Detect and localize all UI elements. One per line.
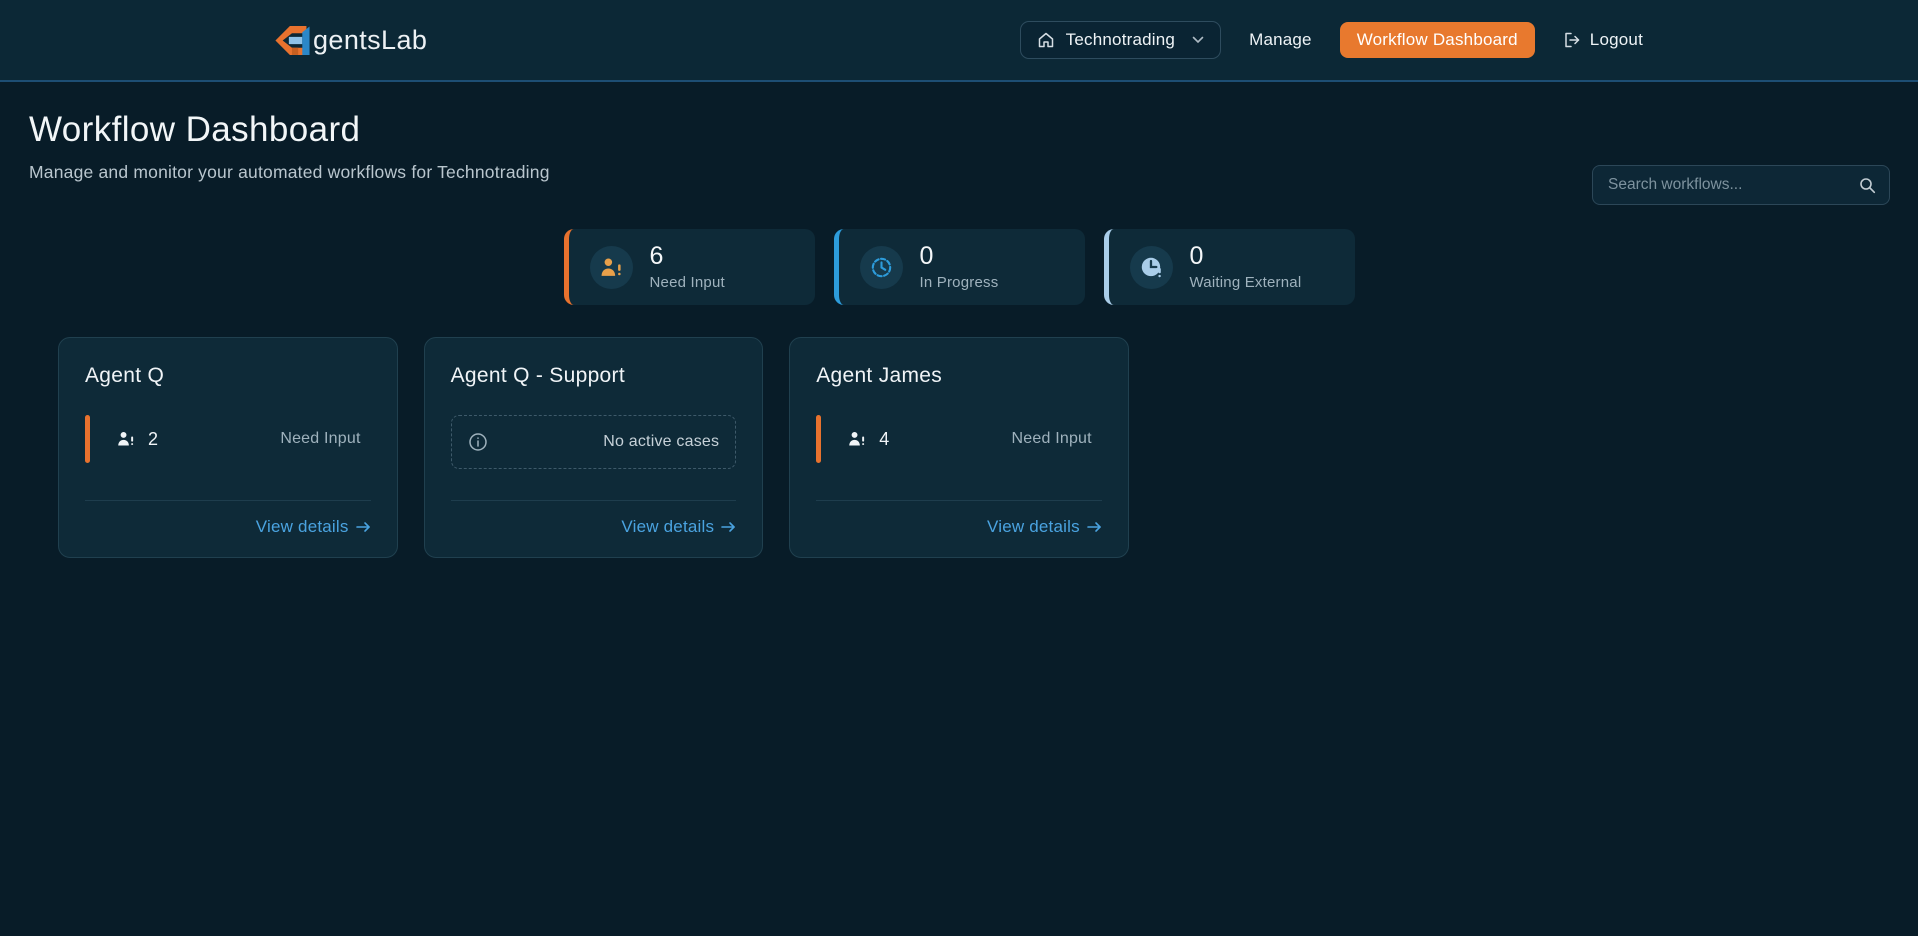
top-navbar: gentsLab Technotrading Manage Workflow D… (0, 0, 1918, 82)
search-icon[interactable] (1859, 177, 1876, 194)
clock-icon (860, 246, 903, 289)
no-active-cases-label: No active cases (603, 433, 719, 451)
clock-alert-icon (1130, 246, 1173, 289)
stat-text: 6 Need Input (650, 243, 725, 291)
agent-card-title: Agent James (816, 364, 1102, 388)
view-details-label: View details (256, 517, 349, 537)
page-title: Workflow Dashboard (29, 110, 1889, 150)
agents-grid: Agent Q 2 Need Input View details (58, 337, 1860, 558)
logout-label: Logout (1590, 30, 1643, 50)
agent-card-footer: View details (451, 517, 737, 537)
arrow-right-icon (1087, 521, 1102, 533)
info-icon (468, 432, 488, 452)
agent-card-agent-q-support: Agent Q - Support No active cases View d… (424, 337, 764, 558)
stat-text: 0 In Progress (920, 243, 999, 291)
agent-card-agent-james: Agent James 4 Need Input View detail (789, 337, 1129, 558)
brand-logo[interactable]: gentsLab (275, 25, 427, 56)
agent-card-footer: View details (85, 517, 371, 537)
agent-case-count: 2 (148, 429, 158, 450)
stat-card-waiting-external: 0 Waiting External (1104, 229, 1355, 305)
arrow-right-icon (721, 521, 736, 533)
agent-case-count: 4 (879, 429, 889, 450)
brand-logo-text: gentsLab (313, 25, 427, 56)
organization-selector[interactable]: Technotrading (1020, 21, 1221, 59)
agent-card-agent-q: Agent Q 2 Need Input View details (58, 337, 398, 558)
card-divider (85, 500, 371, 501)
view-details-label: View details (621, 517, 714, 537)
view-details-link[interactable]: View details (621, 517, 736, 537)
stat-value: 0 (920, 243, 999, 271)
agent-card-title: Agent Q - Support (451, 364, 737, 388)
no-active-cases-box: No active cases (451, 415, 737, 469)
agent-stat-row: 4 Need Input (816, 415, 1102, 463)
agent-status-label: Need Input (280, 430, 370, 448)
stat-card-in-progress: 0 In Progress (834, 229, 1085, 305)
stat-label: In Progress (920, 274, 999, 291)
need-input-accent-bar (816, 415, 821, 463)
workflow-dashboard-button[interactable]: Workflow Dashboard (1340, 22, 1535, 58)
navbar-actions: Technotrading Manage Workflow Dashboard (1020, 21, 1643, 59)
agent-status-label: Need Input (1012, 430, 1102, 448)
view-details-link[interactable]: View details (256, 517, 371, 537)
agent-card-title: Agent Q (85, 364, 371, 388)
organization-selector-label: Technotrading (1066, 30, 1175, 50)
agent-card-footer: View details (816, 517, 1102, 537)
stat-card-need-input: 6 Need Input (564, 229, 815, 305)
stat-value: 6 (650, 243, 725, 271)
card-divider (816, 500, 1102, 501)
navbar-container: gentsLab Technotrading Manage Workflow D… (275, 21, 1643, 59)
logout-button[interactable]: Logout (1563, 30, 1643, 50)
search-input[interactable] (1608, 176, 1859, 194)
person-alert-icon (848, 430, 866, 448)
view-details-link[interactable]: View details (987, 517, 1102, 537)
stat-value: 0 (1190, 243, 1302, 271)
chevron-down-icon (1192, 36, 1204, 44)
logout-icon (1563, 31, 1581, 49)
brand-logo-icon (275, 25, 311, 56)
stat-label: Waiting External (1190, 274, 1302, 291)
arrow-right-icon (356, 521, 371, 533)
search-workflows-box (1592, 165, 1890, 205)
person-alert-icon (590, 246, 633, 289)
view-details-label: View details (987, 517, 1080, 537)
person-alert-icon (117, 430, 135, 448)
stat-text: 0 Waiting External (1190, 243, 1302, 291)
home-icon (1037, 31, 1055, 49)
stat-label: Need Input (650, 274, 725, 291)
workflow-stats-row: 6 Need Input 0 In Progress (29, 229, 1889, 305)
main-content: Workflow Dashboard Manage and monitor yo… (0, 110, 1918, 558)
card-divider (451, 500, 737, 501)
nav-link-manage[interactable]: Manage (1249, 30, 1312, 50)
agent-stat-row: 2 Need Input (85, 415, 371, 463)
need-input-accent-bar (85, 415, 90, 463)
